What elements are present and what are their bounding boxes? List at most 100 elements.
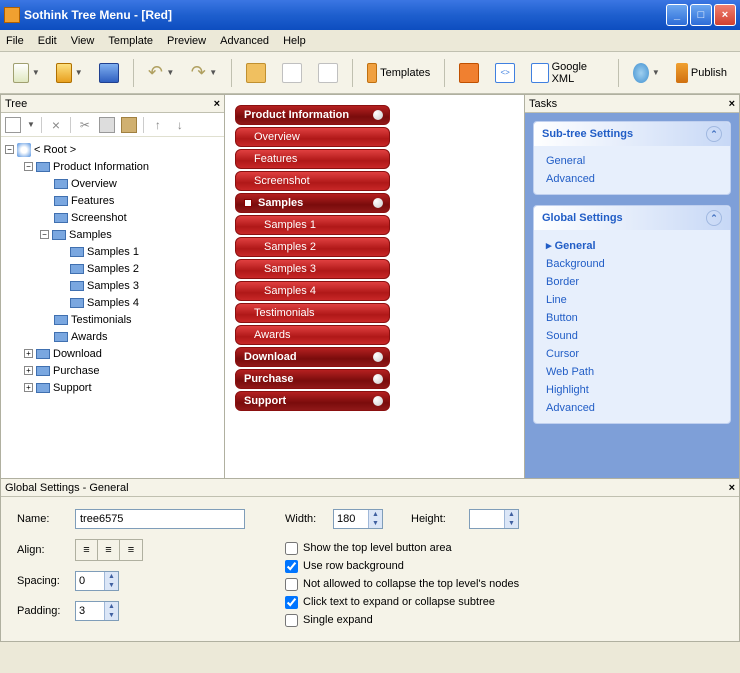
preview-item[interactable]: Samples 3 xyxy=(235,259,390,279)
expander-icon[interactable]: + xyxy=(24,383,33,392)
undo-button[interactable]: ↶▼ xyxy=(142,58,179,88)
tree-new-icon[interactable] xyxy=(5,117,21,133)
collapse-icon[interactable]: ⌃ xyxy=(706,126,722,142)
menu-advanced[interactable]: Advanced xyxy=(220,35,269,47)
copy-icon[interactable] xyxy=(99,117,115,133)
checkbox[interactable] xyxy=(285,560,298,573)
align-center-button[interactable]: ≡ xyxy=(98,540,120,560)
expander-icon[interactable]: − xyxy=(24,162,33,171)
menu-view[interactable]: View xyxy=(71,35,95,47)
preview-item[interactable]: Support xyxy=(235,391,390,411)
padding-input[interactable] xyxy=(76,605,104,617)
tool-3[interactable] xyxy=(313,58,343,88)
tasks-panel-close[interactable]: × xyxy=(729,98,735,110)
preview-item[interactable]: Testimonials xyxy=(235,303,390,323)
padding-spinner[interactable]: ▲▼ xyxy=(75,601,119,621)
align-right-button[interactable]: ≡ xyxy=(120,540,142,560)
tree-node[interactable]: Awards xyxy=(5,328,220,345)
tree-node[interactable]: −Samples xyxy=(5,226,220,243)
task-item[interactable]: Button xyxy=(546,309,718,327)
expander-icon[interactable]: + xyxy=(24,366,33,375)
menu-help[interactable]: Help xyxy=(283,35,306,47)
preview-item[interactable]: Download xyxy=(235,347,390,367)
expander-icon[interactable]: − xyxy=(5,145,14,154)
move-up-icon[interactable]: ↑ xyxy=(150,117,166,133)
redo-button[interactable]: ↷▼ xyxy=(185,58,222,88)
name-input[interactable] xyxy=(75,509,245,529)
task-item[interactable]: General xyxy=(546,152,718,170)
width-input[interactable] xyxy=(334,513,368,525)
tree-node[interactable]: Features xyxy=(5,192,220,209)
tree-root[interactable]: − < Root > xyxy=(5,141,220,158)
align-left-button[interactable]: ≡ xyxy=(76,540,98,560)
publish-button[interactable]: Publish xyxy=(671,58,732,88)
expander-icon[interactable]: + xyxy=(24,349,33,358)
new-button[interactable]: ▼ xyxy=(8,58,45,88)
templates-button[interactable]: Templates xyxy=(362,58,435,88)
maximize-button[interactable]: □ xyxy=(690,4,712,26)
search-button[interactable]: ▼ xyxy=(628,58,665,88)
tree-node[interactable]: Overview xyxy=(5,175,220,192)
settings-panel-close[interactable]: × xyxy=(729,482,735,494)
open-button[interactable]: ▼ xyxy=(51,58,88,88)
preview-item[interactable]: Samples xyxy=(235,193,390,213)
task-item[interactable]: Border xyxy=(546,273,718,291)
tree-node[interactable]: +Purchase xyxy=(5,362,220,379)
spacing-input[interactable] xyxy=(76,575,104,587)
checkbox[interactable] xyxy=(285,596,298,609)
checkbox[interactable] xyxy=(285,578,298,591)
move-down-icon[interactable]: ↓ xyxy=(172,117,188,133)
tree-node[interactable]: +Download xyxy=(5,345,220,362)
menu-template[interactable]: Template xyxy=(108,35,153,47)
width-spinner[interactable]: ▲▼ xyxy=(333,509,383,529)
tree-node[interactable]: Screenshot xyxy=(5,209,220,226)
spacing-spinner[interactable]: ▲▼ xyxy=(75,571,119,591)
task-item[interactable]: Background xyxy=(546,255,718,273)
tree-node[interactable]: Samples 2 xyxy=(5,260,220,277)
google-xml-button[interactable]: Google XML xyxy=(526,58,609,88)
preview-item[interactable]: Samples 2 xyxy=(235,237,390,257)
xml-tool-1[interactable] xyxy=(454,58,484,88)
tree-new-dropdown[interactable]: ▼ xyxy=(27,120,35,129)
preview-item[interactable]: Awards xyxy=(235,325,390,345)
tree-node[interactable]: +Support xyxy=(5,379,220,396)
height-spinner[interactable]: ▲▼ xyxy=(469,509,519,529)
task-item[interactable]: Advanced xyxy=(546,170,718,188)
task-item[interactable]: General xyxy=(546,236,718,255)
tree-panel-close[interactable]: × xyxy=(214,98,220,110)
task-item[interactable]: Line xyxy=(546,291,718,309)
tool-1[interactable] xyxy=(241,58,271,88)
tree-node[interactable]: Samples 3 xyxy=(5,277,220,294)
preview-item[interactable]: Screenshot xyxy=(235,171,390,191)
delete-icon[interactable]: × xyxy=(48,117,64,133)
paste-icon[interactable] xyxy=(121,117,137,133)
close-button[interactable]: × xyxy=(714,4,736,26)
task-item[interactable]: Cursor xyxy=(546,345,718,363)
menu-edit[interactable]: Edit xyxy=(38,35,57,47)
preview-item[interactable]: Features xyxy=(235,149,390,169)
cut-icon[interactable]: ✂ xyxy=(77,117,93,133)
checkbox[interactable] xyxy=(285,542,298,555)
tree-node[interactable]: −Product Information xyxy=(5,158,220,175)
xml-tool-2[interactable]: <> xyxy=(490,58,520,88)
minimize-button[interactable]: _ xyxy=(666,4,688,26)
menu-file[interactable]: File xyxy=(6,35,24,47)
height-input[interactable] xyxy=(470,513,504,525)
preview-item[interactable]: Purchase xyxy=(235,369,390,389)
task-item[interactable]: Highlight xyxy=(546,381,718,399)
save-button[interactable] xyxy=(94,58,124,88)
preview-item[interactable]: Samples 4 xyxy=(235,281,390,301)
preview-item[interactable]: Overview xyxy=(235,127,390,147)
collapse-icon[interactable]: ⌃ xyxy=(706,210,722,226)
tree-body[interactable]: − < Root > −Product InformationOverviewF… xyxy=(1,137,224,478)
task-group-header[interactable]: Sub-tree Settings⌃ xyxy=(534,122,730,146)
tool-2[interactable] xyxy=(277,58,307,88)
task-item[interactable]: Web Path xyxy=(546,363,718,381)
tree-node[interactable]: Samples 1 xyxy=(5,243,220,260)
tree-node[interactable]: Testimonials xyxy=(5,311,220,328)
preview-item[interactable]: Product Information xyxy=(235,105,390,125)
expander-icon[interactable]: − xyxy=(40,230,49,239)
menu-preview[interactable]: Preview xyxy=(167,35,206,47)
preview-item[interactable]: Samples 1 xyxy=(235,215,390,235)
tree-node[interactable]: Samples 4 xyxy=(5,294,220,311)
